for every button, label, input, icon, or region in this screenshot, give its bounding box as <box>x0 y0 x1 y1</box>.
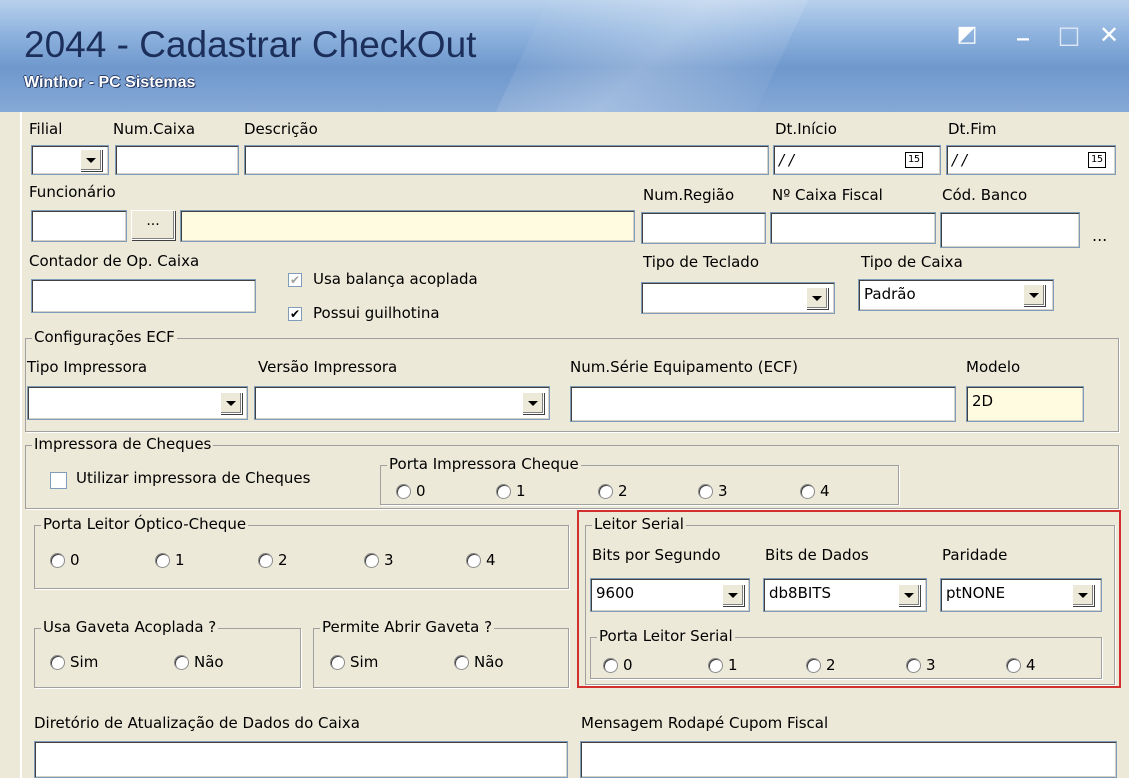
funcionario-label: Funcionário <box>29 183 116 201</box>
utilizar-cheques-label: Utilizar impressora de Cheques <box>76 469 311 487</box>
minimize-icon[interactable]: _ <box>1010 14 1036 40</box>
usa-gaveta-nao-radio[interactable]: Não <box>174 652 224 672</box>
cod-banco-input[interactable] <box>940 212 1080 248</box>
filial-dropdown-icon[interactable] <box>80 149 102 171</box>
mensagem-label: Mensagem Rodapé Cupom Fiscal <box>581 714 829 732</box>
window-title: 2044 - Cadastrar CheckOut <box>24 24 477 65</box>
tipo-teclado-label: Tipo de Teclado <box>643 253 760 271</box>
versao-impressora-select[interactable] <box>254 386 550 420</box>
caixa-fiscal-label: Nº Caixa Fiscal <box>772 186 883 204</box>
usa-balanca-checkbox[interactable] <box>288 273 302 287</box>
usa-gaveta-sim-radio[interactable]: Sim <box>50 652 98 672</box>
versao-impressora-label: Versão Impressora <box>258 358 398 376</box>
leitor-optico-radio-3[interactable]: 3 <box>364 550 394 570</box>
ecf-group-title: Configurações ECF <box>32 328 177 346</box>
leitor-optico-radio-2[interactable]: 2 <box>258 550 288 570</box>
modelo-field: 2D <box>966 386 1084 422</box>
num-regiao-label: Num.Região <box>643 186 735 204</box>
tipo-caixa-label: Tipo de Caixa <box>861 253 963 271</box>
filial-label: Filial <box>29 120 63 138</box>
num-regiao-input[interactable] <box>641 212 766 244</box>
diretorio-label: Diretório de Atualização de Dados do Cai… <box>34 714 360 732</box>
possui-guilhotina-checkbox[interactable] <box>288 307 302 321</box>
dt-inicio-calendar-icon[interactable]: 15 <box>905 152 923 168</box>
funcionario-name-field <box>180 210 635 242</box>
leitor-optico-radio-1[interactable]: 1 <box>155 550 185 570</box>
num-serie-label: Num.Série Equipamento (ECF) <box>570 358 799 376</box>
tipo-impressora-select[interactable] <box>27 386 248 420</box>
num-caixa-input[interactable] <box>115 145 239 175</box>
leitor-optico-title: Porta Leitor Óptico-Cheque <box>41 515 249 533</box>
leitor-optico-radio-4[interactable]: 4 <box>466 550 496 570</box>
window-subtitle: Winthor - PC Sistemas <box>24 74 196 91</box>
versao-impressora-dropdown-icon[interactable] <box>522 392 544 414</box>
contador-input[interactable] <box>31 279 256 313</box>
possui-guilhotina-label: Possui guilhotina <box>313 304 440 322</box>
utilizar-cheques-checkbox[interactable] <box>50 472 67 489</box>
tipo-teclado-dropdown-icon[interactable] <box>806 287 828 309</box>
cod-banco-search-button[interactable]: ... <box>1092 226 1107 245</box>
tipo-impressora-dropdown-icon[interactable] <box>220 392 242 414</box>
descricao-label: Descrição <box>244 120 318 138</box>
porta-cheque-title: Porta Impressora Cheque <box>387 455 581 473</box>
descricao-input[interactable] <box>244 145 769 175</box>
tipo-impressora-label: Tipo Impressora <box>27 358 148 376</box>
porta-cheque-radio-1[interactable]: 1 <box>496 481 526 501</box>
porta-cheque-radio-3[interactable]: 3 <box>698 481 728 501</box>
porta-cheque-radio-0[interactable]: 0 <box>396 481 426 501</box>
usa-balanca-label: Usa balança acoplada <box>313 270 478 288</box>
funcionario-search-button[interactable]: ... <box>131 210 175 240</box>
usa-gaveta-title: Usa Gaveta Acoplada ? <box>41 618 219 636</box>
num-serie-input[interactable] <box>570 386 956 422</box>
caixa-fiscal-input[interactable] <box>770 212 936 244</box>
funcionario-code-input[interactable] <box>31 210 127 242</box>
permite-gaveta-title: Permite Abrir Gaveta ? <box>320 618 495 636</box>
contador-label: Contador de Op. Caixa <box>29 252 200 270</box>
mensagem-input[interactable] <box>580 741 1117 778</box>
permite-gaveta-nao-radio[interactable]: Não <box>454 652 504 672</box>
tipo-caixa-dropdown-icon[interactable] <box>1023 284 1045 306</box>
porta-cheque-radio-2[interactable]: 2 <box>598 481 628 501</box>
title-bar: 2044 - Cadastrar CheckOut Winthor - PC S… <box>0 0 1129 112</box>
leitor-optico-radio-0[interactable]: 0 <box>50 550 80 570</box>
restore-icon[interactable]: ◩ <box>954 22 980 48</box>
cod-banco-label: Cód. Banco <box>942 186 1028 204</box>
num-caixa-label: Num.Caixa <box>113 120 196 138</box>
cheques-group-title: Impressora de Cheques <box>32 435 214 453</box>
close-icon[interactable]: ✕ <box>1096 22 1122 48</box>
dt-fim-label: Dt.Fim <box>948 120 997 138</box>
diretorio-input[interactable] <box>34 741 568 778</box>
highlight-box <box>577 510 1121 688</box>
porta-cheque-radio-4[interactable]: 4 <box>800 481 830 501</box>
maximize-icon[interactable]: □ <box>1056 22 1082 48</box>
dt-inicio-label: Dt.Início <box>775 120 837 138</box>
dt-fim-calendar-icon[interactable]: 15 <box>1088 152 1106 168</box>
permite-gaveta-sim-radio[interactable]: Sim <box>330 652 378 672</box>
modelo-label: Modelo <box>966 358 1021 376</box>
